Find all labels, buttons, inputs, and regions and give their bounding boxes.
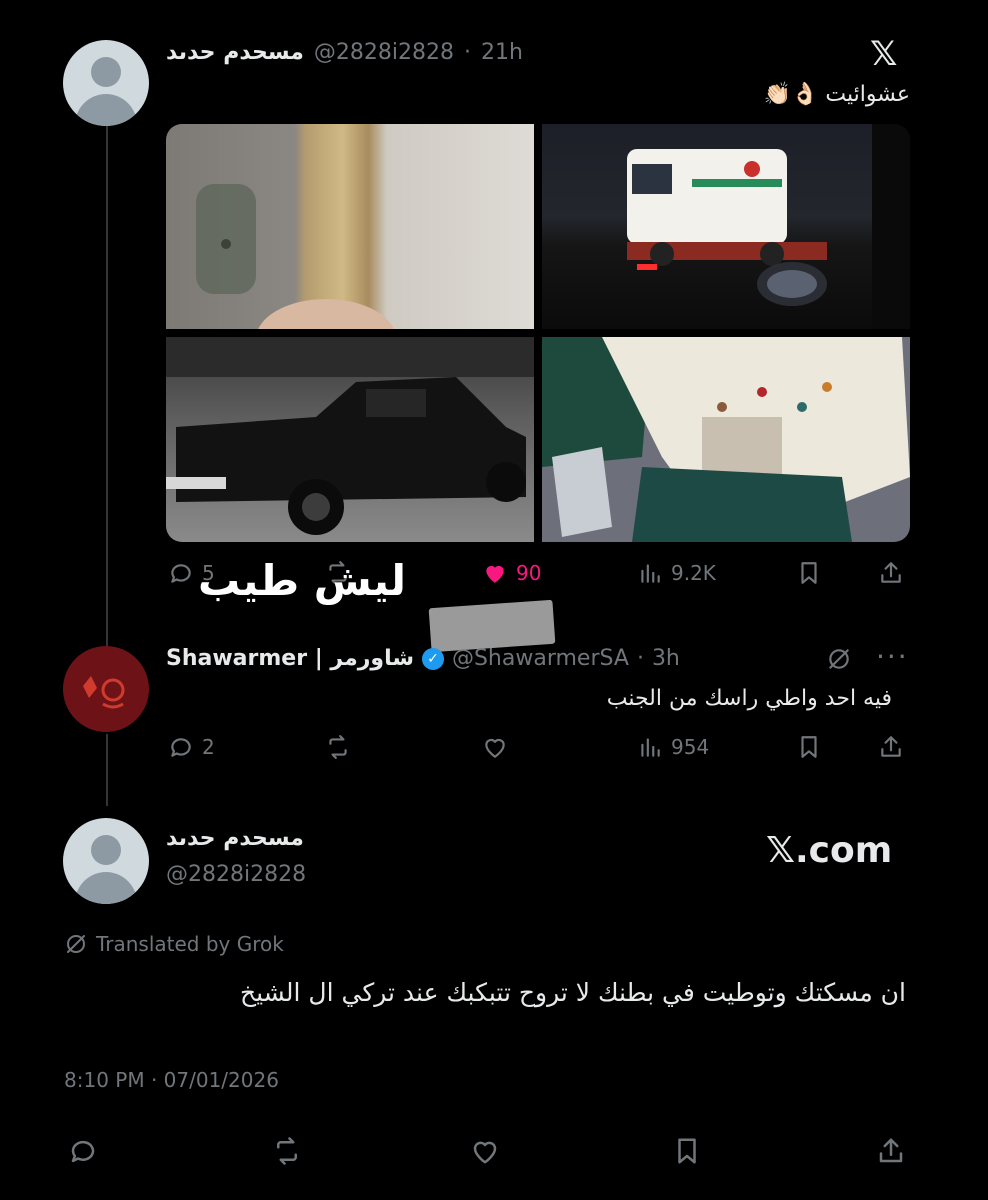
tweet1-header: مسحدم حدىد @2828i2828 · 21h <box>166 40 523 65</box>
retweet-icon <box>277 1137 297 1165</box>
reply-icon <box>171 738 191 757</box>
post-time[interactable]: 3h <box>652 646 680 671</box>
share-button[interactable] <box>876 1136 906 1166</box>
reply-count: 2 <box>202 735 215 759</box>
views-button[interactable]: 954 <box>637 734 709 760</box>
media-image-2[interactable] <box>542 124 910 329</box>
like-button[interactable]: 90 <box>482 560 541 586</box>
avatar-default[interactable] <box>63 818 149 904</box>
timestamp[interactable]: 8:10 PM · 07/01/2026 <box>64 1068 279 1092</box>
reply-icon <box>171 564 191 583</box>
bookmark-button[interactable] <box>672 1136 702 1166</box>
reply-button[interactable] <box>68 1136 98 1166</box>
handle[interactable]: @2828i2828 <box>314 40 454 65</box>
share-icon <box>879 1138 903 1163</box>
x-com-watermark: 𝕏.com <box>766 830 893 871</box>
view-count: 954 <box>671 735 710 759</box>
like-count: 90 <box>516 561 542 585</box>
reply-text: فيه احد واطي راسك من الجنب <box>606 686 892 711</box>
retweet-button[interactable] <box>325 734 351 760</box>
thread-line-top <box>106 126 108 646</box>
x-logo[interactable]: 𝕏 <box>870 34 897 74</box>
reply-button[interactable]: 2 <box>168 734 215 760</box>
retweet-button[interactable] <box>272 1136 302 1166</box>
bookmark-icon <box>801 562 817 584</box>
like-button[interactable] <box>470 1136 500 1166</box>
separator-dot: · <box>463 40 471 65</box>
views-icon <box>641 564 660 583</box>
more-options-icon[interactable]: ··· <box>876 640 909 673</box>
share-button[interactable] <box>878 560 904 586</box>
heart-icon <box>485 738 505 758</box>
display-name[interactable]: مسحدم حدىد <box>166 40 304 65</box>
bookmark-icon <box>678 1138 696 1164</box>
heart-filled-icon <box>486 565 504 583</box>
view-count: 9.2K <box>671 561 716 585</box>
bookmark-button[interactable] <box>796 560 822 586</box>
media-image-1[interactable] <box>166 124 534 329</box>
media-grid[interactable] <box>166 124 910 542</box>
like-button[interactable] <box>482 734 508 760</box>
bookmark-icon <box>801 736 817 758</box>
heart-icon <box>473 1141 497 1164</box>
avatar-default[interactable] <box>63 40 149 126</box>
translated-by-label: Translated by Grok <box>64 932 284 956</box>
handle[interactable]: @ShawarmerSA <box>452 646 629 671</box>
tweet1-text: عشوائيت 👌🏻👏🏻 <box>763 82 910 107</box>
reply-icon <box>71 1140 95 1163</box>
tweet-text: ان مسكتك وتوطيت في بطنك لا تروح تتبكبك ع… <box>239 978 906 1007</box>
share-icon <box>881 562 901 583</box>
grok-icon <box>67 935 85 953</box>
views-icon <box>641 738 660 757</box>
share-button[interactable] <box>878 734 904 760</box>
views-button[interactable]: 9.2K <box>637 560 716 586</box>
redaction-box <box>428 599 556 653</box>
translated-by-text: Translated by Grok <box>96 932 284 956</box>
bookmark-button[interactable] <box>796 734 822 760</box>
grok-icon[interactable] <box>826 646 852 676</box>
media-image-4[interactable] <box>542 337 910 542</box>
post-time[interactable]: 21h <box>481 40 523 65</box>
verified-badge-icon: ✓ <box>421 647 444 670</box>
share-icon <box>881 736 901 757</box>
display-name[interactable]: Shawarmer | شاورمر <box>166 646 414 671</box>
thread-line-bottom <box>106 734 108 806</box>
display-name[interactable]: مسحدم حدىد <box>166 826 304 851</box>
overlay-caption: ليش طيب <box>198 556 407 605</box>
media-image-3[interactable] <box>166 337 534 542</box>
reply-header: Shawarmer | شاورمر ✓ @ShawarmerSA · 3h <box>166 646 680 671</box>
handle[interactable]: @2828i2828 <box>166 862 306 887</box>
shawarmer-avatar[interactable] <box>63 646 149 732</box>
separator-dot: · <box>636 646 644 671</box>
retweet-icon <box>329 735 347 759</box>
